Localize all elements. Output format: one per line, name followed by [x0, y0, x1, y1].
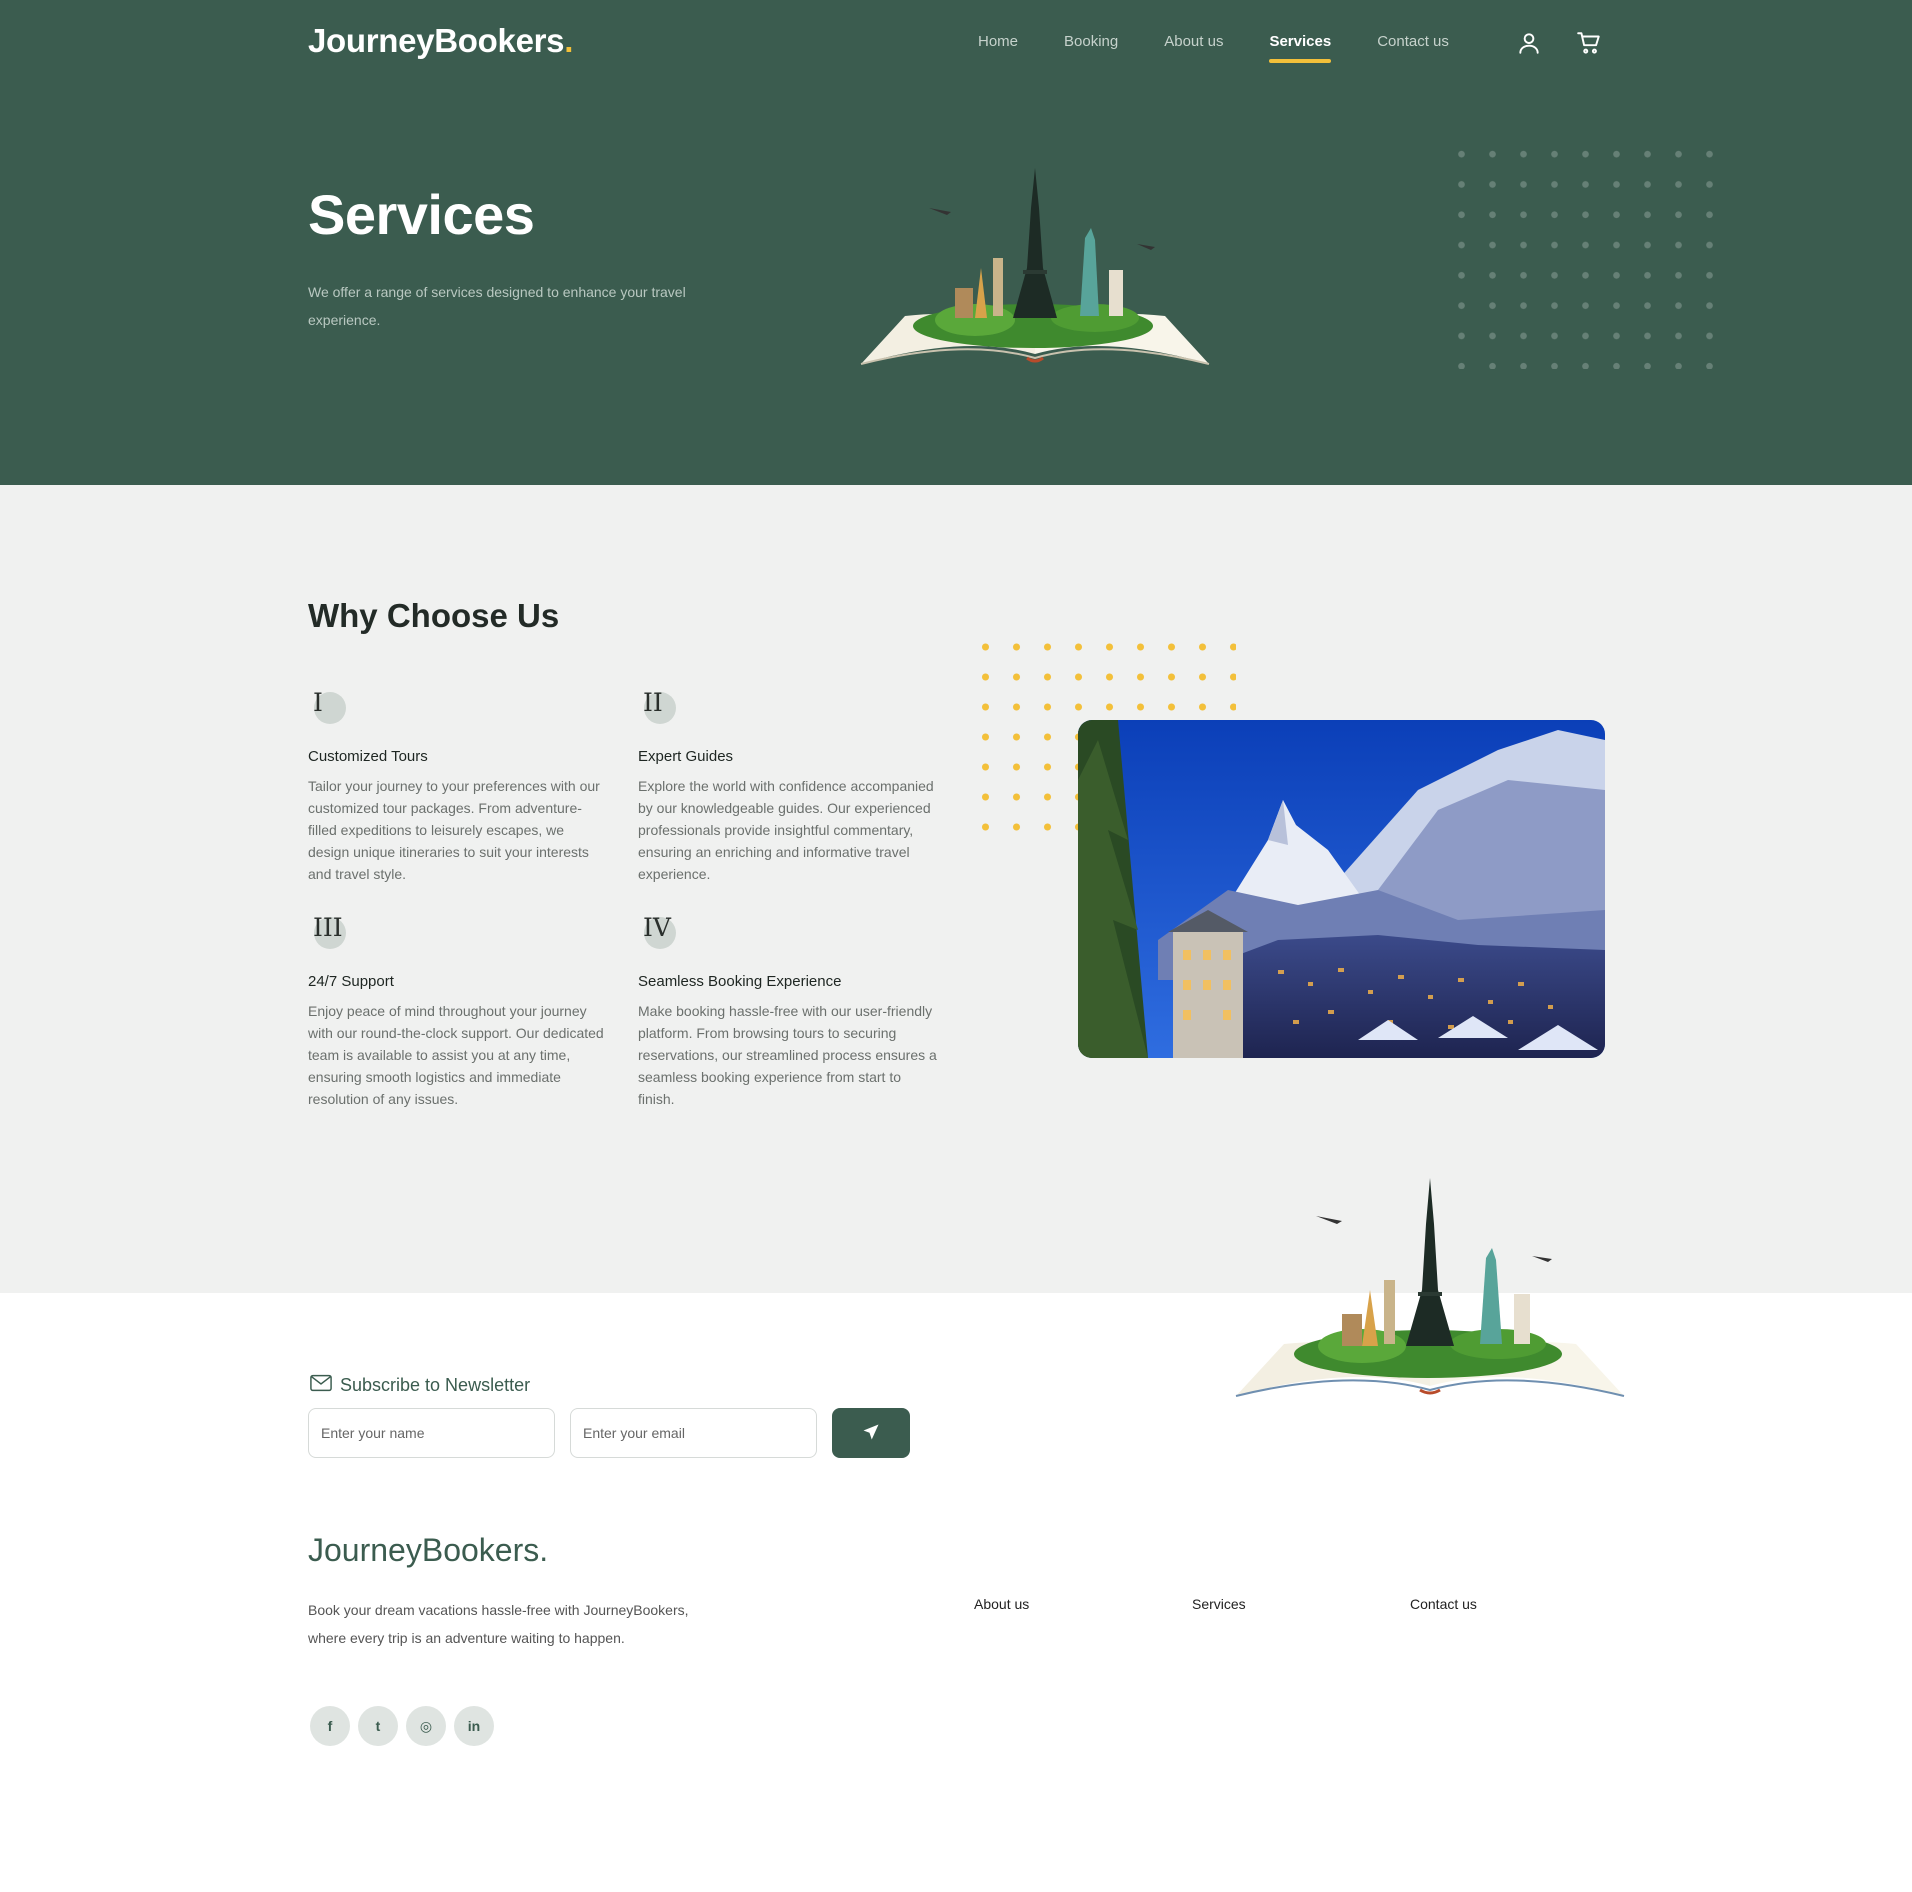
footer-link-services[interactable]: Services — [1192, 1596, 1246, 1612]
feature-support: III 24/7 Support Enjoy peace of mind thr… — [308, 913, 608, 1110]
footer-description: Book your dream vacations hassle-free wi… — [308, 1602, 689, 1646]
brand-logo[interactable]: JourneyBookers. — [308, 22, 573, 60]
feature-seamless-booking: IV Seamless Booking Experience Make book… — [638, 913, 938, 1110]
instagram-icon[interactable]: ◎ — [406, 1706, 446, 1746]
send-icon — [862, 1423, 880, 1444]
footer-link-about-us[interactable]: About us — [974, 1596, 1029, 1612]
brand-dot: . — [564, 22, 574, 59]
twitter-icon[interactable]: t — [358, 1706, 398, 1746]
feature-title: Expert Guides — [638, 748, 734, 765]
feature-numeral: IV — [638, 913, 938, 953]
hero-section: JourneyBookers. Home Booking About us Se… — [0, 0, 1912, 485]
feature-title: Seamless Booking Experience — [638, 973, 842, 990]
travel-book-illustration-footer — [1230, 1170, 1630, 1402]
newsletter-name-input[interactable] — [308, 1408, 555, 1458]
mountain-village-photo — [1078, 720, 1605, 1058]
nav-services[interactable]: Services — [1269, 33, 1331, 63]
page-title: Services — [308, 183, 535, 246]
cart-icon[interactable] — [1576, 30, 1602, 56]
numeral-text: III — [313, 913, 343, 942]
newsletter-email-input[interactable] — [570, 1408, 817, 1458]
section-title: Why Choose Us — [308, 597, 560, 634]
feature-text: Enjoy peace of mind throughout your jour… — [308, 1003, 604, 1107]
numeral-text: I — [313, 688, 323, 717]
newsletter-title: Subscribe to Newsletter — [310, 1374, 530, 1397]
mail-icon — [310, 1374, 332, 1397]
main-menu: Home Booking About us Services Contact u… — [978, 33, 1449, 63]
newsletter-submit-button[interactable] — [832, 1408, 910, 1458]
social-links: f t ◎ in — [310, 1706, 494, 1746]
feature-title: Customized Tours — [308, 748, 428, 765]
numeral-text: II — [643, 688, 663, 717]
decorative-dot-grid — [1446, 139, 1716, 369]
feature-numeral: II — [638, 688, 938, 728]
nav-home[interactable]: Home — [978, 33, 1018, 50]
brand-name: JourneyBookers — [308, 22, 565, 59]
nav-icons — [1516, 30, 1602, 56]
nav-contact-us[interactable]: Contact us — [1377, 33, 1449, 50]
feature-text: Tailor your journey to your preferences … — [308, 778, 600, 882]
nav-booking[interactable]: Booking — [1064, 33, 1118, 50]
feature-title: 24/7 Support — [308, 973, 394, 990]
numeral-text: IV — [643, 913, 671, 942]
user-icon[interactable] — [1516, 30, 1542, 56]
newsletter-title-text: Subscribe to Newsletter — [340, 1375, 531, 1395]
travel-book-illustration — [855, 158, 1215, 370]
feature-text: Make booking hassle-free with our user-f… — [638, 1003, 937, 1107]
feature-numeral: I — [308, 688, 608, 728]
top-nav: JourneyBookers. Home Booking About us Se… — [308, 0, 1604, 85]
hero-subtitle: We offer a range of services designed to… — [308, 284, 686, 328]
feature-customized-tours: I Customized Tours Tailor your journey t… — [308, 688, 608, 885]
feature-text: Explore the world with confidence accomp… — [638, 778, 934, 882]
footer-link-contact-us[interactable]: Contact us — [1410, 1596, 1477, 1612]
nav-about-us[interactable]: About us — [1164, 33, 1223, 50]
linkedin-icon[interactable]: in — [454, 1706, 494, 1746]
feature-numeral: III — [308, 913, 608, 953]
facebook-icon[interactable]: f — [310, 1706, 350, 1746]
feature-expert-guides: II Expert Guides Explore the world with … — [638, 688, 938, 885]
footer-logo[interactable]: JourneyBookers. — [308, 1532, 548, 1569]
